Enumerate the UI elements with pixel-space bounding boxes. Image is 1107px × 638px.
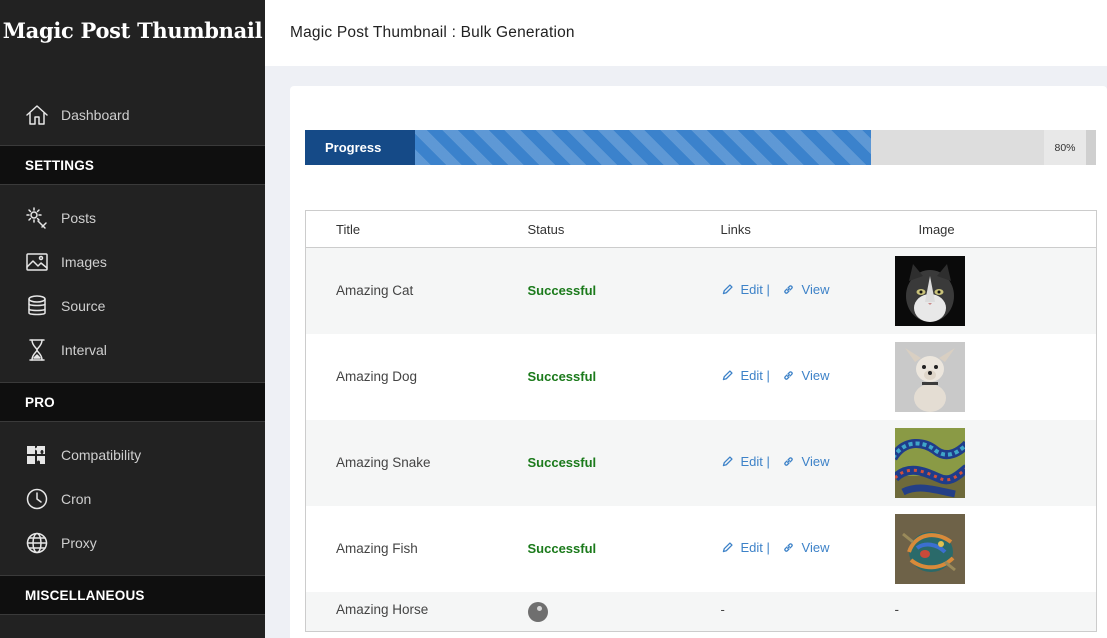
table-header-row: Title Status Links Image [305, 210, 1097, 248]
clock-icon [24, 487, 49, 512]
edit-link[interactable]: Edit | [721, 368, 770, 383]
sidebar-item-cron[interactable]: Cron [0, 477, 265, 521]
table-row: Amazing Snake Successful Edit | View [305, 419, 1097, 506]
snake-thumbnail[interactable] [894, 427, 965, 498]
row-title: Amazing Snake [305, 419, 498, 506]
sidebar-item-label: Interval [61, 342, 107, 358]
cat-thumbnail[interactable] [894, 255, 965, 326]
column-header-status: Status [497, 210, 691, 248]
row-links: Edit | View [691, 334, 889, 420]
row-title: Amazing Dog [336, 369, 418, 384]
row-status: Successful [527, 541, 597, 556]
image-icon [24, 250, 49, 275]
row-links: Edit | View [690, 247, 889, 334]
hourglass-icon [24, 338, 49, 363]
home-icon [24, 103, 49, 128]
row-image [888, 247, 1097, 334]
progress-track [871, 130, 1044, 165]
sidebar-item-dashboard[interactable]: Dashboard [0, 93, 265, 137]
view-link[interactable]: View [782, 282, 829, 297]
sidebar-item-label: Cron [61, 491, 92, 507]
row-status [497, 591, 691, 632]
fish-thumbnail[interactable] [894, 513, 965, 584]
row-image [889, 334, 1097, 420]
bulk-generation-panel: Progress 80% Title Status Links Image Am… [290, 86, 1107, 638]
sidebar-item-interval[interactable]: Interval [0, 328, 265, 372]
sidebar-item-label: Compatibility [61, 447, 142, 463]
row-title: Amazing Fish [336, 541, 418, 556]
pencil-icon [722, 284, 733, 295]
gear-wrench-icon [24, 206, 49, 231]
pencil-icon [722, 542, 733, 553]
row-status: Successful [497, 419, 691, 506]
view-link[interactable]: View [782, 540, 829, 555]
column-header-links: Links [690, 210, 889, 248]
results-table: Title Status Links Image Amazing Cat Suc… [305, 210, 1097, 632]
sidebar-item-images[interactable]: Images [0, 240, 265, 284]
row-links: - [690, 591, 889, 632]
progress-percent: 80% [1044, 130, 1086, 165]
view-link[interactable]: View [782, 368, 829, 383]
link-icon [783, 371, 793, 380]
progress-fill [415, 130, 871, 165]
row-status: Successful [527, 369, 597, 384]
sidebar-item-label: Dashboard [61, 107, 130, 123]
dog-thumbnail[interactable] [894, 341, 965, 412]
row-title: Amazing Horse [305, 591, 498, 632]
section-pro: PRO [0, 382, 265, 422]
link-icon [783, 457, 793, 466]
row-image: - [888, 591, 1097, 632]
progress-bar: Progress 80% [305, 130, 1096, 165]
row-links: Edit | View [690, 419, 889, 506]
link-icon [783, 285, 793, 295]
section-settings: SETTINGS [0, 145, 265, 185]
sidebar: Magic Post Thumbnail Dashboard SETTINGS … [0, 0, 265, 638]
sidebar-item-label: Source [61, 298, 106, 314]
sidebar-item-label: Proxy [61, 535, 97, 551]
progress-end [1086, 130, 1096, 165]
globe-icon [24, 531, 49, 556]
sidebar-item-proxy[interactable]: Proxy [0, 521, 265, 565]
column-header-title: Title [305, 210, 498, 248]
row-title: Amazing Cat [305, 247, 498, 334]
puzzle-icon [24, 443, 49, 468]
row-links: Edit | View [691, 506, 889, 592]
view-link[interactable]: View [782, 454, 829, 469]
table-row: Amazing Cat Successful Edit | View [305, 247, 1097, 334]
sidebar-item-label: Images [61, 254, 107, 270]
sidebar-item-label: Posts [61, 210, 97, 226]
database-icon [24, 294, 49, 319]
edit-link[interactable]: Edit | [721, 282, 770, 297]
edit-link[interactable]: Edit | [721, 454, 770, 469]
sidebar-item-compatibility[interactable]: Compatibility [0, 433, 265, 477]
column-header-image: Image [888, 210, 1097, 248]
sidebar-item-source[interactable]: Source [0, 284, 265, 328]
section-miscellaneous: MISCELLANEOUS [0, 575, 265, 615]
edit-link[interactable]: Edit | [721, 540, 770, 555]
row-image [888, 419, 1097, 506]
link-icon [783, 543, 793, 552]
table-row: Amazing Horse - - [305, 591, 1097, 632]
pencil-icon [722, 370, 733, 381]
table-row: Amazing Dog Successful Edit | View [306, 334, 1097, 420]
table-row: Amazing Fish Successful Edit | View [306, 506, 1097, 592]
progress-label: Progress [305, 130, 415, 165]
row-status: Successful [497, 247, 691, 334]
page-header: Magic Post Thumbnail : Bulk Generation [265, 0, 1107, 66]
row-image [889, 506, 1097, 592]
page-title: Magic Post Thumbnail : Bulk Generation [290, 24, 575, 41]
pencil-icon [722, 456, 733, 467]
app-logo[interactable]: Magic Post Thumbnail [0, 0, 265, 66]
loading-spinner-icon [527, 601, 548, 622]
sidebar-item-posts[interactable]: Posts [0, 196, 265, 240]
